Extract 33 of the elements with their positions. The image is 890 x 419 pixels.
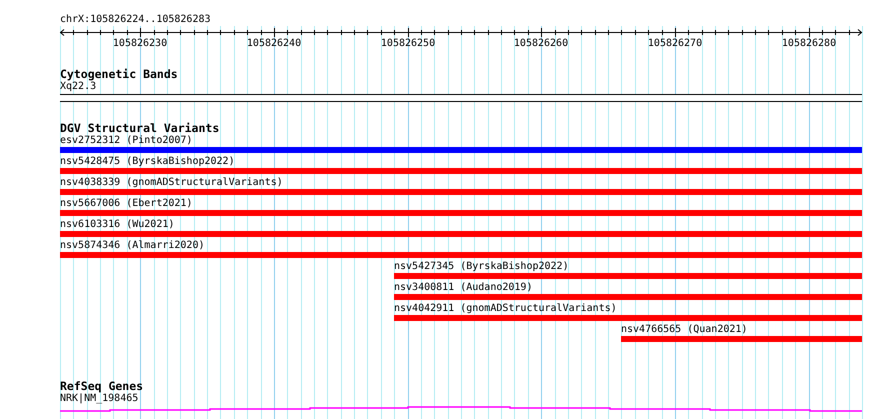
- gene-model-line[interactable]: [60, 406, 862, 412]
- variant-bar[interactable]: [394, 315, 862, 321]
- feature-label: nsv4766565 (Quan2021): [621, 324, 748, 336]
- variant-bar[interactable]: [621, 336, 862, 342]
- feature-label: nsv5427345 (ByrskaBishop2022): [394, 261, 570, 273]
- variant-bar[interactable]: [60, 147, 862, 153]
- tick-label: 105826270: [648, 38, 702, 50]
- feature-label: nsv5874346 (Almarri2020): [60, 240, 206, 252]
- variant-bar[interactable]: [394, 273, 862, 279]
- feature-label: nsv4042911 (gnomADStructuralVariants): [394, 303, 618, 315]
- locus-label: chrX:105826224..105826283: [60, 14, 212, 26]
- track-title: Cytogenetic Bands: [60, 68, 179, 81]
- feature-label: nsv4038339 (gnomADStructuralVariants): [60, 177, 284, 189]
- variant-bar[interactable]: [60, 189, 862, 195]
- feature-label: nsv5667006 (Ebert2021): [60, 198, 194, 210]
- variant-bar[interactable]: [60, 252, 862, 258]
- variant-bar[interactable]: [60, 168, 862, 174]
- feature-label: Xq22.3: [60, 81, 98, 93]
- variant-bar[interactable]: [394, 294, 862, 300]
- tick-label: 105826250: [380, 38, 436, 50]
- feature-label: nsv5428475 (ByrskaBishop2022): [60, 156, 236, 168]
- feature-label: nsv3400811 (Audano2019): [394, 282, 534, 294]
- track-title: RefSeq Genes: [60, 380, 144, 393]
- feature-label: nsv6103316 (Wu2021): [60, 219, 176, 231]
- feature-label: NRK|NM_198465: [60, 393, 140, 405]
- track-title: DGV Structural Variants: [60, 122, 220, 135]
- tick-label: 105826230: [112, 38, 168, 50]
- tick-label: 105826240: [246, 38, 302, 50]
- variant-bar[interactable]: [60, 210, 862, 216]
- tick-label: 105826280: [782, 38, 836, 50]
- variant-bar[interactable]: [60, 231, 862, 237]
- tick-label: 105826260: [514, 38, 568, 50]
- feature-label: esv2752312 (Pinto2007): [60, 135, 194, 147]
